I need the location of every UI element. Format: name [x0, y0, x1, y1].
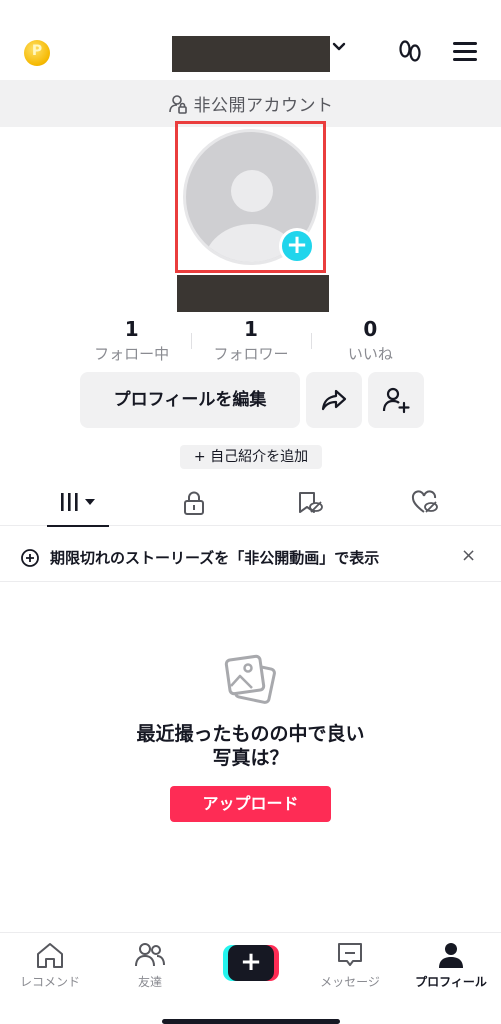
nav-item-friends[interactable]: 友達 — [100, 939, 200, 999]
tab-saved[interactable] — [296, 480, 366, 526]
empty-title-line2: 写真は？ — [212, 747, 289, 769]
nav-item-profile[interactable]: プロフィール — [401, 939, 501, 999]
content-tabs — [0, 480, 501, 527]
friends-icon — [135, 943, 165, 967]
create-icon: + — [228, 945, 274, 981]
private-account-banner: 非公開アカウント — [0, 80, 501, 127]
empty-state-title: 最近撮ったものの中で良い 写真は？ — [60, 722, 441, 770]
nav-label-recommend: レコメンド — [19, 975, 80, 989]
close-icon[interactable]: × — [461, 545, 476, 566]
bookmark-hidden-icon — [299, 492, 323, 513]
followers-count: 1 — [244, 317, 258, 341]
share-profile-button[interactable] — [306, 372, 362, 428]
edit-profile-button[interactable]: プロフィールを編集 — [80, 372, 300, 428]
lock-icon — [184, 491, 204, 515]
home-icon — [37, 943, 63, 968]
display-name-redacted — [177, 275, 329, 312]
followers-stat[interactable]: 1 フォロワー — [191, 315, 310, 365]
add-photo-button[interactable]: + — [279, 228, 315, 264]
add-friend-button[interactable] — [368, 372, 424, 428]
nav-item-messages[interactable]: メッセージ — [300, 939, 400, 999]
avatar-highlight-box: + — [175, 121, 326, 273]
notice-text: 期限切れのストーリーズを「非公開動画」で表示 — [50, 549, 380, 567]
profile-icon — [439, 943, 463, 968]
top-bar: P — [0, 28, 501, 78]
coin-symbol: P — [31, 43, 43, 59]
expired-stories-notice[interactable]: 期限切れのストーリーズを「非公開動画」で表示 × — [0, 532, 501, 582]
add-circle-icon — [21, 549, 39, 567]
username-redacted[interactable] — [172, 36, 330, 72]
coin-icon[interactable]: P — [24, 40, 50, 66]
tab-private[interactable] — [180, 480, 250, 526]
add-bio-button[interactable]: + 自己紹介を追加 — [180, 445, 322, 469]
following-stat[interactable]: 1 フォロー中 — [72, 315, 191, 365]
tab-videos[interactable] — [47, 480, 117, 527]
home-indicator — [162, 1019, 340, 1024]
create-button[interactable]: + — [223, 945, 279, 981]
inbox-icon — [338, 943, 362, 966]
chevron-down-icon[interactable] — [331, 39, 347, 55]
followers-label: フォロワー — [213, 345, 289, 363]
empty-title-line1: 最近撮ったものの中で良い — [136, 723, 365, 745]
nav-item-recommend[interactable]: レコメンド — [0, 939, 100, 999]
likes-label: いいね — [347, 345, 393, 363]
private-account-label: 非公開アカウント — [193, 96, 334, 116]
grid-icon — [61, 493, 95, 511]
photos-icon — [224, 654, 276, 704]
likes-stat[interactable]: 0 いいね — [310, 315, 430, 365]
nav-label-profile: プロフィール — [415, 975, 487, 989]
footprints-icon[interactable] — [396, 38, 424, 66]
following-label: フォロー中 — [94, 345, 170, 363]
profile-stats: 1 フォロー中 1 フォロワー 0 いいね — [72, 315, 430, 365]
nav-label-messages: メッセージ — [320, 975, 380, 989]
nav-label-friends: 友達 — [137, 975, 162, 989]
menu-icon[interactable] — [453, 42, 479, 64]
upload-button[interactable]: アップロード — [170, 786, 331, 822]
bottom-navigation: レコメンド 友達 + メッセージ プロフィール — [0, 932, 501, 1024]
likes-count: 0 — [363, 317, 378, 341]
share-icon — [321, 389, 347, 411]
tab-liked[interactable] — [411, 480, 481, 526]
heart-hidden-icon — [411, 490, 438, 513]
lock-user-icon — [168, 94, 187, 114]
following-count: 1 — [124, 317, 139, 341]
add-user-icon — [382, 387, 410, 414]
